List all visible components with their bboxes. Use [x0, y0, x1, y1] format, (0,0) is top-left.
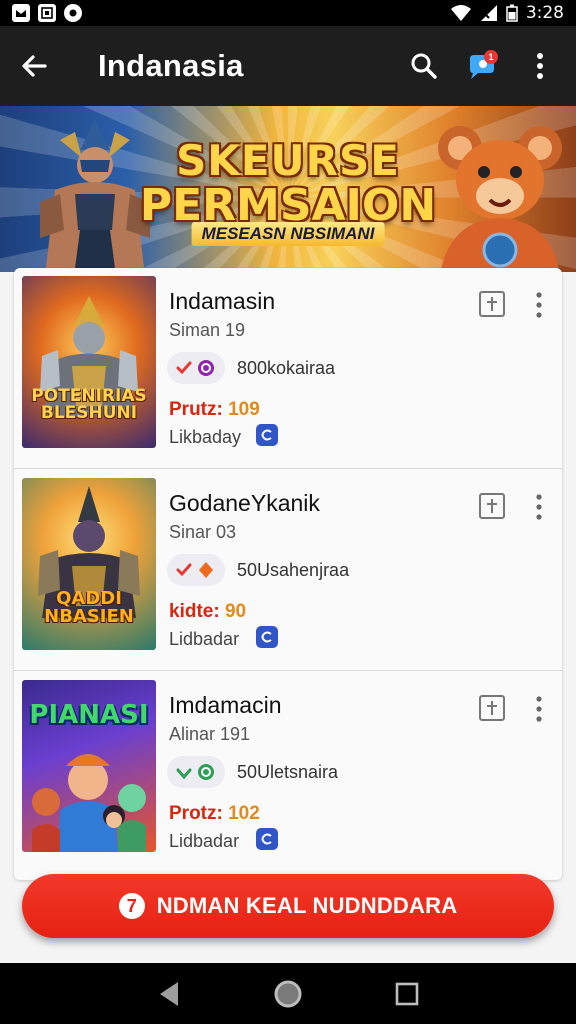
item-price: kidte: 90	[169, 601, 246, 623]
like-pill[interactable]	[167, 554, 225, 586]
like-pill[interactable]	[167, 352, 225, 384]
pin-icon	[487, 297, 497, 311]
item-more-button[interactable]	[529, 490, 549, 524]
nav-recents-button[interactable]	[387, 974, 427, 1014]
game-thumbnail: POTENIRIAS BLESHUNI	[22, 276, 156, 448]
more-vert-icon	[536, 696, 542, 722]
back-arrow-icon	[22, 55, 47, 77]
game-thumbnail: QADDI NBASIEN	[22, 478, 156, 650]
item-price: Prutz: 109	[169, 399, 260, 421]
characters-group-image	[32, 754, 146, 852]
list-item[interactable]: PIANASI Imdamacin Alinar 191 50Uletsnair…	[14, 670, 562, 872]
game-thumbnail: PIANASI	[22, 680, 156, 852]
price-label: Protz:	[169, 803, 223, 824]
list-item[interactable]: QADDI NBASIEN GodaneYkanik Sinar 03 50Us…	[14, 468, 562, 670]
tag-icon[interactable]	[256, 424, 278, 446]
thumbnail-title: POTENIRIAS BLESHUNI	[31, 386, 147, 423]
search-icon	[411, 53, 437, 79]
photo-icon	[38, 4, 56, 22]
item-price: Protz: 102	[169, 803, 260, 825]
nav-home-icon	[274, 980, 302, 1007]
price-value: 102	[228, 803, 260, 824]
price-value: 90	[224, 601, 247, 622]
item-stat: 50Usahenjraa	[237, 560, 350, 580]
item-more-button[interactable]	[529, 288, 549, 322]
item-label: Lidbadar	[169, 831, 240, 851]
more-vert-icon	[537, 53, 543, 79]
more-options-button[interactable]	[518, 44, 562, 88]
pin-button[interactable]	[479, 493, 505, 519]
item-subtitle: Alinar 191	[169, 724, 251, 744]
like-pill[interactable]	[167, 756, 225, 788]
app-bar: Indanasia 1	[0, 26, 576, 106]
badge-icon	[199, 562, 213, 578]
item-subtitle: Sinar 03	[169, 522, 237, 542]
item-subtitle: Siman 19	[169, 320, 246, 340]
notification-badge: 1	[484, 50, 498, 64]
heart-check-icon	[176, 361, 192, 375]
banner-title-line1: SKEURSE	[176, 136, 400, 185]
item-title: Imdamacin	[169, 692, 282, 718]
nav-back-button[interactable]	[149, 974, 189, 1014]
tag-icon[interactable]	[256, 626, 278, 648]
system-nav-bar	[0, 963, 576, 1024]
search-button[interactable]	[402, 44, 446, 88]
battery-icon	[506, 4, 518, 22]
badge-icon	[198, 360, 214, 376]
item-stat: 50Uletsnaira	[237, 762, 339, 782]
screen: 3:28 Indanasia 1 SKEURSE PERMSAION MESEA…	[0, 0, 576, 1024]
list-item[interactable]: POTENIRIAS BLESHUNI Indamasin Siman 19 8…	[14, 268, 562, 468]
page-title: Indanasia	[98, 48, 244, 83]
chat-button[interactable]: 1	[460, 44, 504, 88]
banner-subtitle: MESEASN NBSIMANI	[191, 222, 385, 246]
record-icon	[64, 4, 82, 22]
item-label: Likbaday	[169, 427, 242, 447]
badge-icon	[198, 764, 214, 780]
heart-check-icon	[176, 768, 192, 779]
signal-icon	[480, 5, 497, 21]
price-value: 109	[228, 399, 260, 420]
price-label: Prutz:	[169, 399, 223, 420]
more-vert-icon	[536, 494, 542, 520]
clock: 3:28	[525, 3, 564, 23]
pin-icon	[487, 701, 497, 715]
wifi-icon	[450, 5, 471, 21]
pin-button[interactable]	[479, 695, 505, 721]
game-list: POTENIRIAS BLESHUNI Indamasin Siman 19 8…	[14, 268, 562, 880]
item-title: GodaneYkanik	[169, 490, 320, 516]
nav-home-button[interactable]	[268, 974, 308, 1014]
item-stat: 800kokairaa	[237, 358, 336, 378]
status-bar: 3:28	[0, 0, 576, 26]
info-icon: 7	[118, 893, 145, 919]
primary-action-label: NDMAN KEAL NUDNDDARA	[156, 893, 458, 918]
heart-check-icon	[176, 563, 192, 577]
primary-action-button[interactable]: 7 NDMAN KEAL NUDNDDARA	[22, 874, 554, 938]
price-label: kidte:	[169, 601, 220, 622]
notification-icon	[12, 4, 30, 22]
more-vert-icon	[536, 292, 542, 318]
nav-recents-icon	[395, 982, 418, 1005]
item-more-button[interactable]	[529, 692, 549, 726]
back-button[interactable]	[0, 26, 68, 106]
item-label: Lidbadar	[169, 629, 240, 649]
pin-button[interactable]	[479, 291, 505, 317]
nav-back-icon	[160, 981, 179, 1006]
tag-icon[interactable]	[256, 828, 278, 850]
thumbnail-title: QADDI NBASIEN	[44, 588, 134, 627]
promo-banner[interactable]: SKEURSE PERMSAION MESEASN NBSIMANI	[0, 106, 576, 272]
pin-icon	[487, 499, 497, 513]
item-title: Indamasin	[169, 288, 276, 314]
